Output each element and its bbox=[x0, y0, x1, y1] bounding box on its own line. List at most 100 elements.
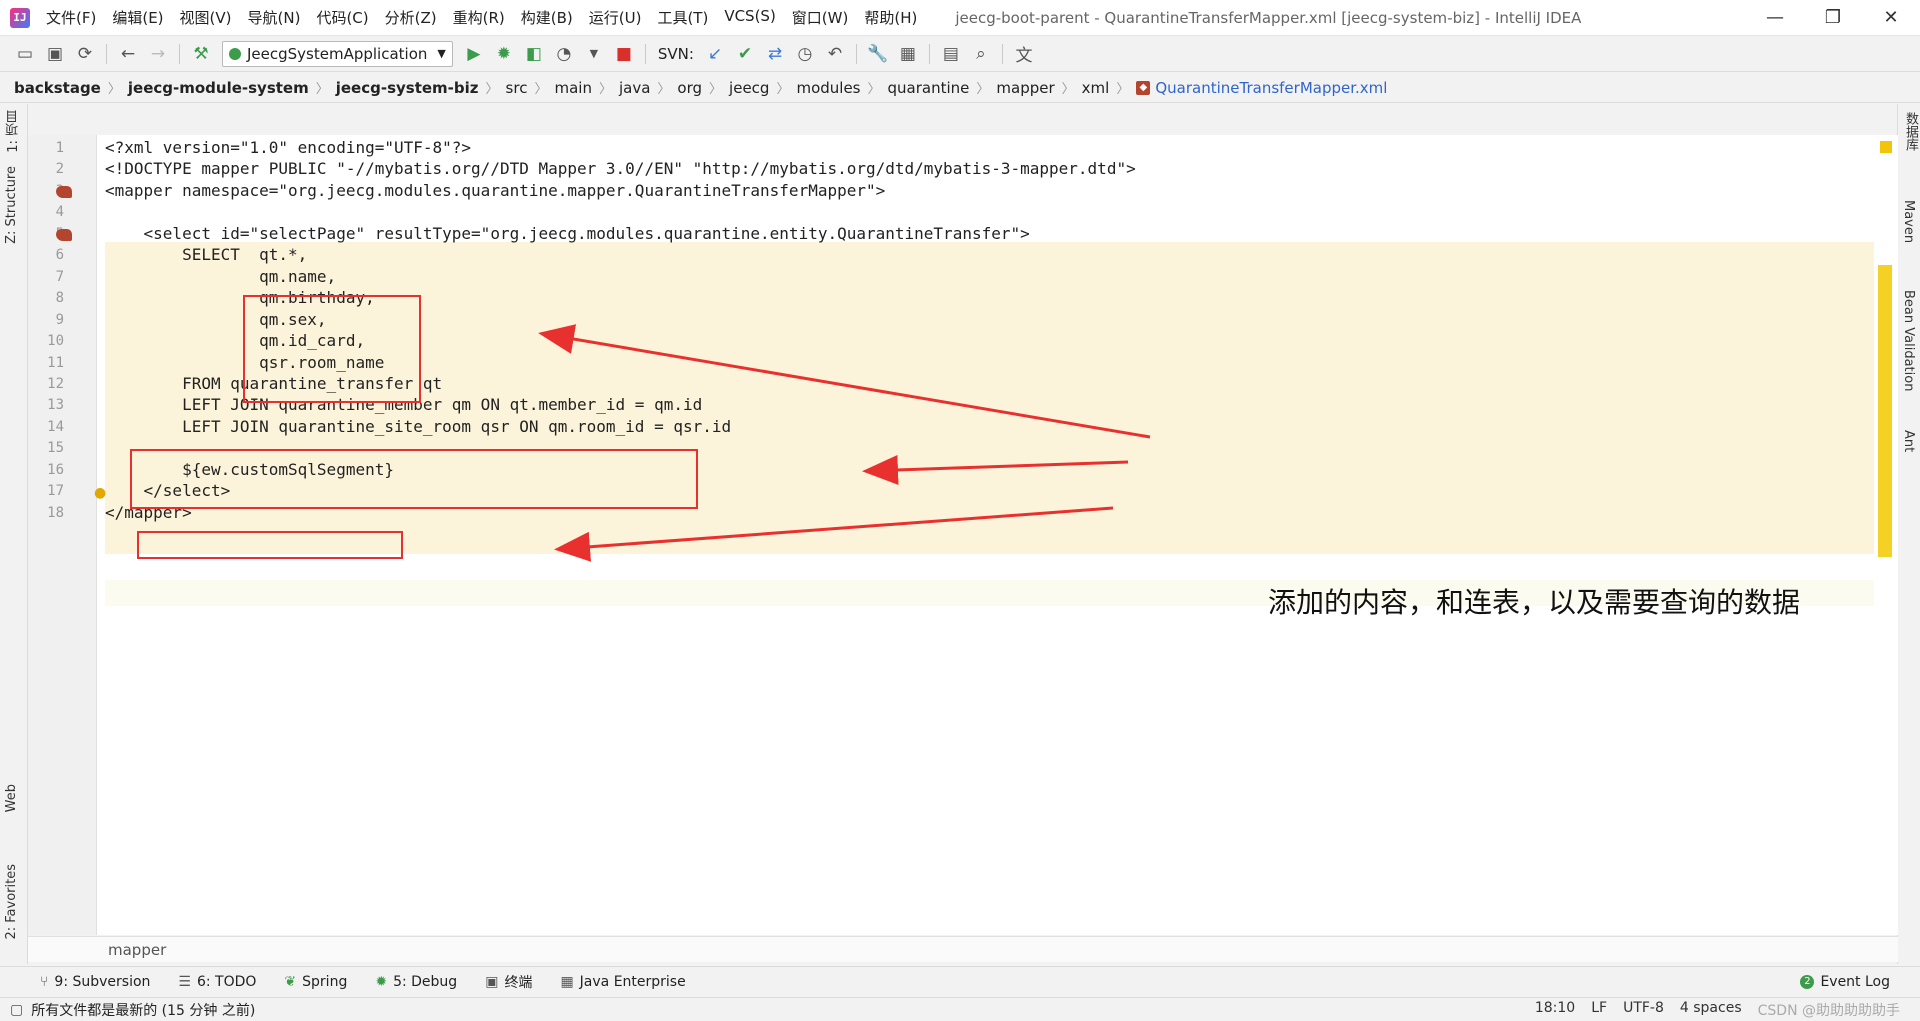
tool-tab-web[interactable]: Web bbox=[4, 784, 19, 812]
menu-item-9[interactable]: 工具(T) bbox=[649, 7, 716, 28]
breadcrumb-item[interactable]: backstage bbox=[14, 79, 101, 97]
menu-item-5[interactable]: 分析(Z) bbox=[377, 7, 445, 28]
mybatis-navigate-icon[interactable] bbox=[56, 228, 72, 241]
main-toolbar: ▭ ▣ ⟳ ← → ⚒ JeecgSystemApplication ▼ ▶ ✹… bbox=[0, 36, 1920, 72]
sync-icon[interactable]: ⟳ bbox=[73, 42, 97, 66]
menu-item-0[interactable]: 文件(F) bbox=[38, 7, 104, 28]
breadcrumb-separator-icon: 〉 bbox=[315, 82, 329, 97]
profile-icon[interactable]: ◔ bbox=[552, 42, 576, 66]
breadcrumb-item[interactable]: jeecg bbox=[729, 79, 769, 97]
svn-update-icon[interactable]: ↙ bbox=[703, 42, 727, 66]
java-enterprise-icon: ▦ bbox=[560, 973, 574, 990]
line-number: 14 bbox=[47, 418, 64, 435]
line-number: 9 bbox=[55, 311, 64, 328]
menu-item-1[interactable]: 编辑(E) bbox=[104, 7, 171, 28]
menu-item-7[interactable]: 构建(B) bbox=[513, 7, 581, 28]
settings-wrench-icon[interactable]: 🔧 bbox=[866, 42, 890, 66]
open-folder-icon[interactable]: ▭ bbox=[13, 42, 37, 66]
status-toggle-icon[interactable]: ▢ bbox=[10, 1002, 23, 1018]
editor-footer-breadcrumb[interactable]: mapper bbox=[28, 936, 1898, 962]
menu-item-6[interactable]: 重构(R) bbox=[445, 7, 513, 28]
coverage-icon[interactable]: ◧ bbox=[522, 42, 546, 66]
todo-list-icon: ☰ bbox=[178, 973, 191, 990]
tool-tab-ant[interactable]: Ant bbox=[1901, 430, 1916, 452]
tool-window-java-enterprise[interactable]: ▦ Java Enterprise bbox=[560, 974, 685, 990]
tool-window-spring[interactable]: ❦ Spring bbox=[284, 974, 347, 990]
forward-arrow-icon[interactable]: → bbox=[146, 42, 170, 66]
menu-item-11[interactable]: 窗口(W) bbox=[784, 7, 857, 28]
back-arrow-icon[interactable]: ← bbox=[116, 42, 140, 66]
custom-segment-box bbox=[137, 531, 403, 559]
run-configuration-select[interactable]: JeecgSystemApplication ▼ bbox=[222, 40, 453, 67]
breadcrumb-item[interactable]: org bbox=[677, 79, 702, 97]
tool-tab-favorites[interactable]: 2: Favorites bbox=[4, 864, 19, 940]
line-number: 15 bbox=[47, 440, 64, 457]
menu-item-4[interactable]: 代码(C) bbox=[308, 7, 376, 28]
menu-item-10[interactable]: VCS(S) bbox=[716, 7, 783, 28]
tool-window-terminal[interactable]: ▣ 终端 bbox=[485, 972, 532, 992]
more-run-chevron-icon[interactable]: ▼ bbox=[582, 42, 606, 66]
tool-tab-project[interactable]: 1: 项目 bbox=[4, 110, 23, 153]
indent-setting[interactable]: 4 spaces bbox=[1680, 1000, 1742, 1020]
breadcrumb-item[interactable]: jeecg-system-biz bbox=[336, 79, 479, 97]
menu-item-12[interactable]: 帮助(H) bbox=[856, 7, 925, 28]
tool-tab-maven[interactable]: Maven bbox=[1901, 200, 1916, 243]
terminal-window-icon[interactable]: ▤ bbox=[939, 42, 963, 66]
run-icon[interactable]: ▶ bbox=[462, 42, 486, 66]
status-message: 所有文件都是最新的 (15 分钟 之前) bbox=[31, 1002, 256, 1019]
breadcrumb-separator-icon: 〉 bbox=[657, 82, 671, 97]
search-icon[interactable]: ⌕ bbox=[969, 42, 993, 66]
line-number: 6 bbox=[55, 247, 64, 264]
svn-commit-icon[interactable]: ✔ bbox=[733, 42, 757, 66]
mybatis-navigate-icon[interactable] bbox=[56, 185, 72, 198]
breadcrumb-item[interactable]: xml bbox=[1082, 79, 1110, 97]
breadcrumb-item[interactable]: src bbox=[506, 79, 528, 97]
svn-label: SVN: bbox=[657, 44, 694, 63]
join-tables-box bbox=[130, 449, 698, 509]
stop-icon[interactable]: ■ bbox=[612, 42, 636, 66]
breadcrumb-item[interactable]: jeecg-module-system bbox=[128, 79, 309, 97]
line-number: 11 bbox=[47, 354, 64, 371]
event-log-count-badge: 2 bbox=[1800, 974, 1815, 989]
editor-scrollbar-marker[interactable] bbox=[1878, 265, 1892, 557]
minimize-icon[interactable]: — bbox=[1746, 7, 1804, 28]
added-columns-box bbox=[243, 295, 421, 403]
event-log-button[interactable]: 2 Event Log bbox=[1800, 974, 1890, 990]
breadcrumb-separator-icon: 〉 bbox=[709, 82, 723, 97]
tool-tab-bean-validation[interactable]: Bean Validation bbox=[1901, 290, 1916, 391]
tool-tab-database[interactable]: 数据库 bbox=[1901, 112, 1920, 151]
breadcrumb-item[interactable]: QuarantineTransferMapper.xml bbox=[1155, 79, 1387, 97]
svn-compare-icon[interactable]: ⇄ bbox=[763, 42, 787, 66]
xml-file-icon: ◆ bbox=[1136, 80, 1151, 95]
file-encoding[interactable]: UTF-8 bbox=[1623, 1000, 1664, 1020]
debug-icon[interactable]: ✹ bbox=[492, 42, 516, 66]
revert-icon[interactable]: ↶ bbox=[823, 42, 847, 66]
restore-icon[interactable]: ❐ bbox=[1804, 7, 1862, 28]
history-clock-icon[interactable]: ◷ bbox=[793, 42, 817, 66]
tool-tab-structure[interactable]: Z: Structure bbox=[4, 166, 19, 244]
project-structure-icon[interactable]: ▦ bbox=[896, 42, 920, 66]
tool-window-debug[interactable]: ✹ 5: Debug bbox=[375, 974, 457, 990]
breadcrumb-item[interactable]: quarantine bbox=[888, 79, 970, 97]
inspection-status-icon[interactable] bbox=[1880, 141, 1892, 153]
build-hammer-icon[interactable]: ⚒ bbox=[189, 42, 213, 66]
caret-position[interactable]: 18:10 bbox=[1535, 1000, 1575, 1020]
menu-item-8[interactable]: 运行(U) bbox=[581, 7, 650, 28]
code-editor[interactable]: 123456789101112131415161718 <?xml versio… bbox=[28, 135, 1898, 935]
translate-icon[interactable]: 文 bbox=[1012, 42, 1036, 66]
line-separator[interactable]: LF bbox=[1591, 1000, 1607, 1020]
breadcrumb-separator-icon: 〉 bbox=[107, 82, 121, 97]
intention-bulb-icon[interactable]: ● bbox=[94, 485, 106, 501]
close-icon[interactable]: ✕ bbox=[1862, 7, 1920, 28]
tool-window-subversion[interactable]: ⑂ 9: Subversion bbox=[40, 974, 150, 990]
editor-gutter: 123456789101112131415161718 bbox=[28, 135, 97, 935]
menu-item-3[interactable]: 导航(N) bbox=[240, 7, 309, 28]
breadcrumb-item[interactable]: modules bbox=[796, 79, 860, 97]
tool-window-todo[interactable]: ☰ 6: TODO bbox=[178, 974, 256, 990]
breadcrumb-item[interactable]: mapper bbox=[996, 79, 1054, 97]
breadcrumb-item[interactable]: java bbox=[619, 79, 650, 97]
breadcrumb-item[interactable]: main bbox=[554, 79, 591, 97]
menu-item-2[interactable]: 视图(V) bbox=[172, 7, 240, 28]
chevron-down-icon: ▼ bbox=[437, 47, 446, 60]
save-icon[interactable]: ▣ bbox=[43, 42, 67, 66]
